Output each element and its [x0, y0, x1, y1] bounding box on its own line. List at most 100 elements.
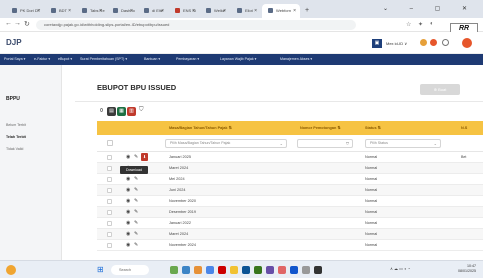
row-checkbox[interactable] — [107, 166, 112, 171]
nav-spt[interactable]: Surat Pemberitahuan (SPT) ▾ — [80, 54, 127, 65]
row-checkbox[interactable] — [107, 221, 112, 226]
table-row[interactable]: ◉ ✎ November 2024 Normal — [97, 240, 483, 251]
sidebar-item-belum-terbit[interactable]: Belum Terbit — [6, 123, 26, 127]
export-excel-button[interactable]: ▦ — [117, 107, 126, 116]
nav-pembayaran[interactable]: Pembayaran ▾ — [176, 54, 199, 65]
view-icon[interactable]: ◉ — [126, 219, 130, 228]
period-filter-select[interactable]: Pilih Masa/Bagian Tahun/Tahun Pajak ⌄ — [165, 139, 287, 148]
forward-icon[interactable]: → — [14, 20, 21, 27]
close-tab-icon[interactable]: × — [254, 4, 257, 18]
browser-tab[interactable]: ENS Si × — [169, 4, 199, 18]
browser-tab[interactable]: Dashbo × — [107, 4, 137, 18]
language-selector[interactable]: Mex id-ID ∨ — [386, 39, 407, 48]
sidebar-item-telah-terbit[interactable]: Telah Terbit — [6, 135, 26, 139]
sidebar-item-tidak-valid[interactable]: Tidak Valid — [6, 147, 23, 151]
window-controls[interactable]: ⌄ – ▢ ✕ — [383, 5, 477, 12]
close-tab-icon[interactable]: × — [99, 4, 102, 18]
close-tab-icon[interactable]: × — [192, 4, 195, 18]
nav-efaktur[interactable]: e-Faktur ▾ — [34, 54, 50, 65]
nav-bantuan[interactable]: Bantuan ▾ — [144, 54, 160, 65]
app-icon[interactable] — [266, 266, 274, 274]
column-header-ns[interactable]: N.S — [461, 121, 467, 135]
view-icon[interactable]: ◉ — [126, 230, 130, 239]
view-icon[interactable]: ◉ — [126, 197, 130, 206]
status-filter-select[interactable]: Pilih Status ⌄ — [365, 139, 441, 148]
view-icon[interactable]: ◉ — [126, 186, 130, 195]
edit-icon[interactable]: ✎ — [134, 230, 138, 239]
browser-tab[interactable]: PK Dori DT × — [6, 4, 44, 18]
app-icon[interactable] — [218, 266, 226, 274]
nav-manajemen-akses[interactable]: Manajemen Akses ▾ — [280, 54, 312, 65]
app-icon[interactable] — [314, 266, 322, 274]
view-icon[interactable]: ◉ — [126, 208, 130, 217]
browser-tab[interactable]: BDT × — [45, 4, 75, 18]
app-icon[interactable] — [206, 266, 214, 274]
browser-tab[interactable]: Tabs Re × — [76, 4, 106, 18]
close-tab-icon[interactable]: × — [130, 4, 133, 18]
row-checkbox[interactable] — [107, 243, 112, 248]
message-icon[interactable] — [430, 39, 437, 46]
app-icon[interactable] — [254, 266, 262, 274]
weather-icon[interactable] — [6, 265, 16, 275]
row-checkbox[interactable] — [107, 155, 112, 160]
edit-icon[interactable]: ✎ — [134, 186, 138, 195]
column-header-status[interactable]: Status ⇅ — [365, 121, 381, 135]
browser-tab[interactable]: Welke × — [200, 4, 230, 18]
windows-start-icon[interactable]: ⊞ — [97, 266, 104, 274]
table-row[interactable]: ◉ Maret 2024 Normal — [97, 163, 483, 174]
reload-icon[interactable]: ↻ — [24, 20, 30, 28]
create-button[interactable]: ⊕ Buat — [420, 84, 460, 95]
app-icon[interactable] — [242, 266, 250, 274]
back-icon[interactable]: ← — [5, 20, 12, 27]
nomor-filter-input[interactable]: ⛉ — [297, 139, 353, 148]
select-all-checkbox[interactable] — [107, 140, 113, 146]
export-pdf-button[interactable]: ▥ — [127, 107, 136, 116]
edit-icon[interactable]: ✎ — [134, 153, 138, 162]
close-tab-icon[interactable]: × — [293, 4, 296, 18]
table-row[interactable]: ◉ ✎ November 2020 Normal — [97, 196, 483, 207]
table-row[interactable]: ◉ ✎ Mei 2024 Normal — [97, 174, 483, 185]
avatar[interactable] — [462, 38, 472, 48]
app-icon[interactable] — [170, 266, 178, 274]
edit-icon[interactable]: ✎ — [134, 197, 138, 206]
nav-layanan-wajib-pajak[interactable]: Layanan Wajib Pajak ▾ — [220, 54, 256, 65]
row-checkbox[interactable] — [107, 232, 112, 237]
nav-ebupot[interactable]: eBupot ▾ — [58, 54, 72, 65]
view-icon[interactable]: ◉ — [126, 241, 130, 250]
nav-portal-saya[interactable]: Portal Saya ▾ — [4, 54, 25, 65]
row-checkbox[interactable] — [107, 199, 112, 204]
app-icon[interactable] — [194, 266, 202, 274]
close-tab-icon[interactable]: × — [223, 4, 226, 18]
app-icon[interactable] — [182, 266, 190, 274]
column-header-nomor-pemotongan[interactable]: Nomor Pemotongan ⇅ — [300, 121, 341, 135]
profile-icon[interactable]: ◐ — [430, 21, 434, 27]
notification-icon[interactable] — [420, 39, 427, 46]
new-tab-icon[interactable]: + — [303, 4, 313, 18]
table-row[interactable]: ◉ ✎ ⬇ Januari 2025 Normal Bet — [97, 152, 483, 163]
print-button[interactable]: ▤ — [107, 107, 116, 116]
app-icon[interactable] — [278, 266, 286, 274]
download-pdf-button[interactable]: ⬇ — [141, 153, 148, 161]
table-row[interactable]: ◉ ✎ Juni 2024 Normal — [97, 185, 483, 196]
close-tab-icon[interactable]: × — [68, 4, 71, 18]
edit-icon[interactable]: ✎ — [134, 208, 138, 217]
edit-icon[interactable]: ✎ — [134, 175, 138, 184]
app-icon[interactable] — [302, 266, 310, 274]
browser-tab[interactable]: di Elte × — [138, 4, 168, 18]
edit-icon[interactable]: ✎ — [134, 241, 138, 250]
view-icon[interactable]: ◉ — [126, 153, 130, 162]
browser-tab-active[interactable]: Webforn × — [262, 4, 300, 18]
bookmark-star-icon[interactable]: ☆ — [406, 21, 411, 28]
filter-icon[interactable]: ⛉ — [139, 107, 144, 114]
system-tray[interactable]: ∧ ☁ ▭ ◖ ◔ — [390, 266, 410, 271]
table-row[interactable]: ◉ ✎ Desember 2019 Normal — [97, 207, 483, 218]
view-icon[interactable]: ◉ — [126, 175, 130, 184]
system-clock[interactable]: 10:47 08/01/2025 — [458, 264, 476, 274]
app-icon[interactable] — [290, 266, 298, 274]
column-header-period[interactable]: Masa/Bagian Tahun/Tahun Pajak ⇅ — [169, 121, 232, 135]
row-checkbox[interactable] — [107, 210, 112, 215]
close-tab-icon[interactable]: × — [37, 4, 40, 18]
taskbar-search[interactable]: Search — [111, 265, 149, 275]
table-row[interactable]: ◉ ✎ Maret 2024 Normal — [97, 229, 483, 240]
url-field[interactable]: coretaxdjp.pajak.go.id/withholding-slips… — [36, 20, 356, 30]
